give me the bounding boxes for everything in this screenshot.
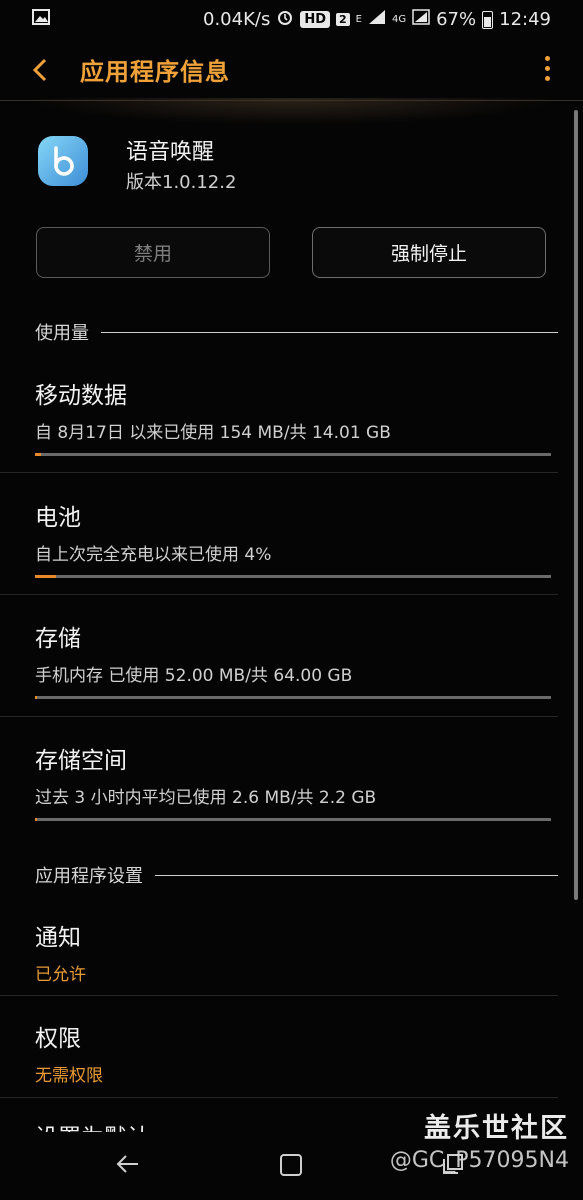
gallery-notification-icon — [32, 9, 50, 30]
chevron-left-icon — [32, 58, 47, 82]
net-speed: 0.04K/s — [203, 9, 271, 30]
progress-bar — [35, 818, 551, 821]
nav-home-button[interactable] — [279, 1153, 303, 1177]
progress-bar — [35, 453, 551, 456]
section-rule — [155, 874, 558, 876]
settings-item-permissions[interactable]: 权限 无需权限 — [35, 1019, 551, 1086]
item-title: 通知 — [35, 925, 81, 951]
watermark-user: @GC_P57095N4 — [389, 1148, 569, 1173]
app-version: 版本1.0.12.2 — [126, 172, 237, 193]
arrow-left-icon — [116, 1155, 138, 1173]
settings-item-notifications[interactable]: 通知 已允许 — [35, 918, 551, 985]
scrollbar[interactable] — [574, 110, 578, 900]
settings-item-set-default[interactable]: 设置为默认 — [35, 1118, 150, 1132]
app-settings-section-header: 应用程序设置 — [35, 862, 558, 888]
app-name: 语音唤醒 — [126, 140, 215, 165]
usage-section-header: 使用量 — [35, 319, 558, 345]
section-rule — [101, 331, 558, 333]
item-title: 存储 — [35, 626, 81, 652]
progress-fill — [35, 575, 56, 578]
hd-badge: HD — [300, 11, 330, 28]
divider — [0, 995, 558, 996]
force-stop-button[interactable]: 强制停止 — [312, 227, 546, 278]
item-subtitle: 已允许 — [35, 965, 86, 985]
app-icon — [38, 136, 88, 186]
item-title: 存储空间 — [35, 748, 127, 774]
battery-percent: 67% — [436, 9, 477, 30]
alarm-icon — [276, 8, 294, 31]
item-subtitle: 无需权限 — [35, 1066, 103, 1086]
usage-item-battery[interactable]: 电池 自上次完全充电以来已使用 4% — [35, 498, 551, 578]
bixby-icon — [54, 146, 74, 176]
more-options-button[interactable] — [541, 56, 553, 84]
item-subtitle: 自上次完全充电以来已使用 4% — [35, 545, 272, 565]
app-bar: 应用程序信息 — [0, 38, 583, 102]
item-subtitle: 自 8月17日 以来已使用 154 MB/共 14.01 GB — [35, 423, 391, 443]
progress-fill — [35, 453, 41, 456]
app-bar-shadow — [0, 98, 583, 134]
progress-fill — [35, 818, 38, 821]
status-bar: 0.04K/s HD 2 E 4G 67% 12:49 — [0, 0, 583, 38]
clock: 12:49 — [499, 9, 551, 30]
divider — [0, 472, 558, 473]
sim-badge: 2 — [336, 13, 350, 26]
app-info-header: 语音唤醒 版本1.0.12.2 — [38, 134, 548, 194]
signal-icon — [368, 9, 386, 30]
item-subtitle: 过去 3 小时内平均已使用 2.6 MB/共 2.2 GB — [35, 788, 377, 808]
progress-bar — [35, 575, 551, 578]
item-subtitle: 手机内存 已使用 52.00 MB/共 64.00 GB — [35, 666, 353, 686]
divider — [0, 716, 558, 717]
settings-header-label: 应用程序设置 — [35, 866, 143, 887]
usage-item-mobile-data[interactable]: 移动数据 自 8月17日 以来已使用 154 MB/共 14.01 GB — [35, 376, 551, 456]
network-type-e: E — [355, 14, 362, 25]
watermark-site: 盖乐世社区 — [424, 1113, 569, 1144]
progress-bar — [35, 696, 551, 699]
network-type-4g: 4G — [391, 14, 407, 25]
item-title: 权限 — [35, 1026, 81, 1052]
page-title: 应用程序信息 — [80, 58, 230, 86]
usage-item-storage[interactable]: 存储 手机内存 已使用 52.00 MB/共 64.00 GB — [35, 619, 551, 699]
battery-icon — [482, 10, 494, 29]
progress-fill — [35, 696, 38, 699]
home-square-icon — [280, 1154, 302, 1176]
usage-header-label: 使用量 — [35, 323, 89, 344]
back-button[interactable] — [28, 56, 52, 84]
divider — [0, 594, 558, 595]
item-title: 移动数据 — [35, 383, 127, 409]
signal-icon-2 — [412, 9, 430, 30]
disable-button[interactable]: 禁用 — [36, 227, 270, 278]
divider — [0, 1097, 558, 1098]
usage-item-memory[interactable]: 存储空间 过去 3 小时内平均已使用 2.6 MB/共 2.2 GB — [35, 741, 551, 821]
nav-back-button[interactable] — [114, 1150, 142, 1178]
more-vert-icon — [544, 56, 550, 61]
item-title: 电池 — [35, 505, 81, 531]
app-bar-divider — [0, 100, 583, 101]
